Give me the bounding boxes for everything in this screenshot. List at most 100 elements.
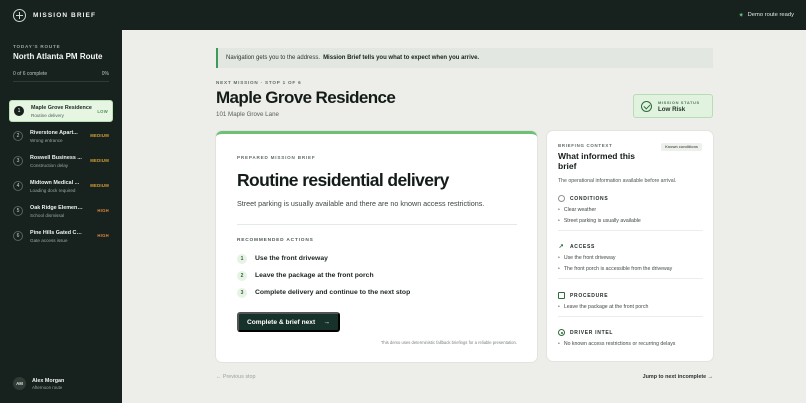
route-progress: 0 of 6 complete 0% — [13, 71, 109, 77]
brief-description: Street parking is usually available and … — [237, 199, 485, 208]
section-title: CONDITIONS — [570, 195, 609, 202]
banner-emphasis: Mission Brief tells you what to expect w… — [323, 55, 480, 61]
check-circle-icon — [641, 100, 652, 112]
context-description: The operational information available be… — [558, 178, 677, 184]
brief-eyebrow: PREPARED MISSION BRIEF — [237, 155, 316, 160]
stop-name: Midtown Medical ... — [30, 179, 80, 186]
arrow-up-right-icon: ↗ — [558, 244, 565, 250]
context-label: BRIEFING CONTEXT — [558, 143, 613, 148]
stop-name: Riverstone Apart... — [30, 129, 78, 136]
section-item: Leave the package at the front porch — [558, 304, 703, 310]
sidebar: TODAY'S ROUTE North Atlanta PM Route 0 o… — [0, 30, 122, 403]
route-status-text: Demo route ready — [747, 12, 794, 18]
section-item: Use the front driveway — [558, 255, 703, 261]
demo-footnote: This demo uses deterministic fallback br… — [380, 340, 517, 345]
user-name: Alex Morgan — [32, 377, 65, 384]
risk-badge: MEDIUM — [90, 183, 109, 188]
stop-item-3[interactable]: 3 Roswell Business ... Construction dela… — [9, 150, 113, 172]
section-access: ↗ ACCESS Use the front driveway The front… — [558, 243, 703, 279]
target-icon — [558, 329, 565, 336]
brand: MISSION BRIEF — [13, 8, 97, 22]
briefing-context-card: BRIEFING CONTEXT What informed this brie… — [547, 131, 713, 361]
action-text: Use the front driveway — [255, 255, 328, 262]
stop-item-2[interactable]: 2 Riverstone Apart... Wrong entrance MED… — [9, 125, 113, 147]
section-item: The front porch is accessible from the d… — [558, 266, 703, 272]
section-item: No known access restrictions or recurrin… — [558, 341, 703, 347]
risk-badge: LOW — [97, 109, 108, 114]
top-bar: MISSION BRIEF ✷ Demo route ready — [0, 0, 806, 30]
section-item: Street parking is usually available — [558, 218, 703, 224]
divider — [558, 230, 703, 231]
section-title: PROCEDURE — [570, 292, 609, 299]
stop-list: 1 Maple Grove Residence Routine delivery… — [9, 100, 113, 250]
known-conditions-chip: Known conditions — [661, 143, 702, 151]
previous-stop-link[interactable]: ← Previous stop — [216, 374, 256, 380]
route-title: North Atlanta PM Route — [13, 52, 103, 61]
stop-number: 3 — [13, 156, 23, 166]
progress-text: 0 of 6 complete — [13, 71, 48, 77]
action-text: Complete delivery and continue to the ne… — [255, 289, 411, 296]
section-title: DRIVER INTEL — [570, 329, 614, 336]
context-title: What informed this brief — [558, 151, 635, 171]
mission-brief-card: PREPARED MISSION BRIEF Routine residenti… — [216, 131, 537, 362]
divider — [237, 224, 517, 225]
stop-name: Maple Grove Residence — [31, 104, 92, 111]
progress-percent: 0% — [101, 71, 109, 77]
route-status: ✷ Demo route ready — [739, 12, 794, 19]
user-subtitle: Afternoon route — [32, 384, 63, 390]
stop-number: 1 — [14, 106, 24, 116]
actions-label: RECOMMENDED ACTIONS — [237, 238, 314, 243]
progress-bar — [13, 81, 109, 82]
action-item: 1 Use the front driveway — [237, 250, 410, 267]
action-item: 3 Complete delivery and continue to the … — [237, 284, 410, 301]
action-list: 1 Use the front driveway 2 Leave the pac… — [237, 250, 410, 301]
user-profile[interactable]: AM Alex Morgan Afternoon route — [13, 377, 64, 390]
stop-subtitle: Wrong entrance — [30, 137, 63, 143]
stop-number: 2 — [13, 131, 23, 141]
stop-item-6[interactable]: 6 Pine Hills Gated Com... Gate access is… — [9, 225, 113, 247]
complete-and-brief-next-button[interactable]: Complete & brief next → — [237, 312, 340, 332]
route-label: TODAY'S ROUTE — [13, 44, 61, 49]
brief-title: Routine residential delivery — [237, 170, 449, 190]
action-text: Leave the package at the front porch — [255, 272, 374, 279]
stop-item-4[interactable]: 4 Midtown Medical ... Loading dock requi… — [9, 175, 113, 197]
stop-number: 5 — [13, 206, 23, 216]
action-number: 1 — [237, 253, 247, 264]
risk-badge: MEDIUM — [90, 158, 109, 163]
stop-item-5[interactable]: 5 Oak Ridge Elementar... School dismissa… — [9, 200, 113, 222]
stop-number: 4 — [13, 181, 23, 191]
risk-badge: HIGH — [97, 233, 109, 238]
brand-name: MISSION BRIEF — [33, 11, 97, 19]
section-title: ACCESS — [570, 243, 596, 250]
sparkle-icon: ✷ — [738, 12, 744, 19]
action-number: 3 — [237, 287, 247, 298]
mission-status-value: Low Risk — [658, 105, 686, 113]
stop-name: Oak Ridge Elementar... — [30, 204, 84, 211]
mission-status-badge: MISSION STATUS Low Risk — [633, 94, 713, 118]
jump-to-next-incomplete-link[interactable]: Jump to next incomplete → — [643, 374, 713, 380]
stop-subtitle: Loading dock required — [30, 187, 76, 193]
cta-label: Complete & brief next — [247, 318, 316, 326]
cloud-icon — [558, 195, 565, 202]
action-item: 2 Leave the package at the front porch — [237, 267, 410, 284]
crosshair-logo-icon — [13, 8, 26, 22]
box-icon — [558, 292, 565, 299]
banner-text: Navigation gets you to the address. — [226, 55, 321, 61]
section-procedure: PROCEDURE Leave the package at the front… — [558, 292, 703, 317]
stop-item-1[interactable]: 1 Maple Grove Residence Routine delivery… — [9, 100, 113, 122]
section-item: Clear weather — [558, 207, 703, 213]
mission-status-label: MISSION STATUS — [658, 99, 700, 105]
mission-eyebrow: NEXT MISSION · STOP 1 OF 6 — [216, 80, 302, 85]
arrow-right-icon: → — [323, 318, 330, 326]
stop-subtitle: Construction delay — [30, 162, 69, 168]
risk-badge: HIGH — [97, 208, 109, 213]
divider — [558, 278, 703, 279]
stop-subtitle: School dismissal — [30, 212, 65, 218]
section-driver-intel: DRIVER INTEL No known access restriction… — [558, 329, 703, 347]
stop-name: Pine Hills Gated Com... — [30, 229, 84, 236]
divider — [558, 316, 703, 317]
info-banner: Navigation gets you to the address. Miss… — [216, 48, 713, 68]
stop-subtitle: Gate access issue — [30, 237, 68, 243]
page-title: Maple Grove Residence — [216, 88, 396, 107]
stop-number: 6 — [13, 231, 23, 241]
